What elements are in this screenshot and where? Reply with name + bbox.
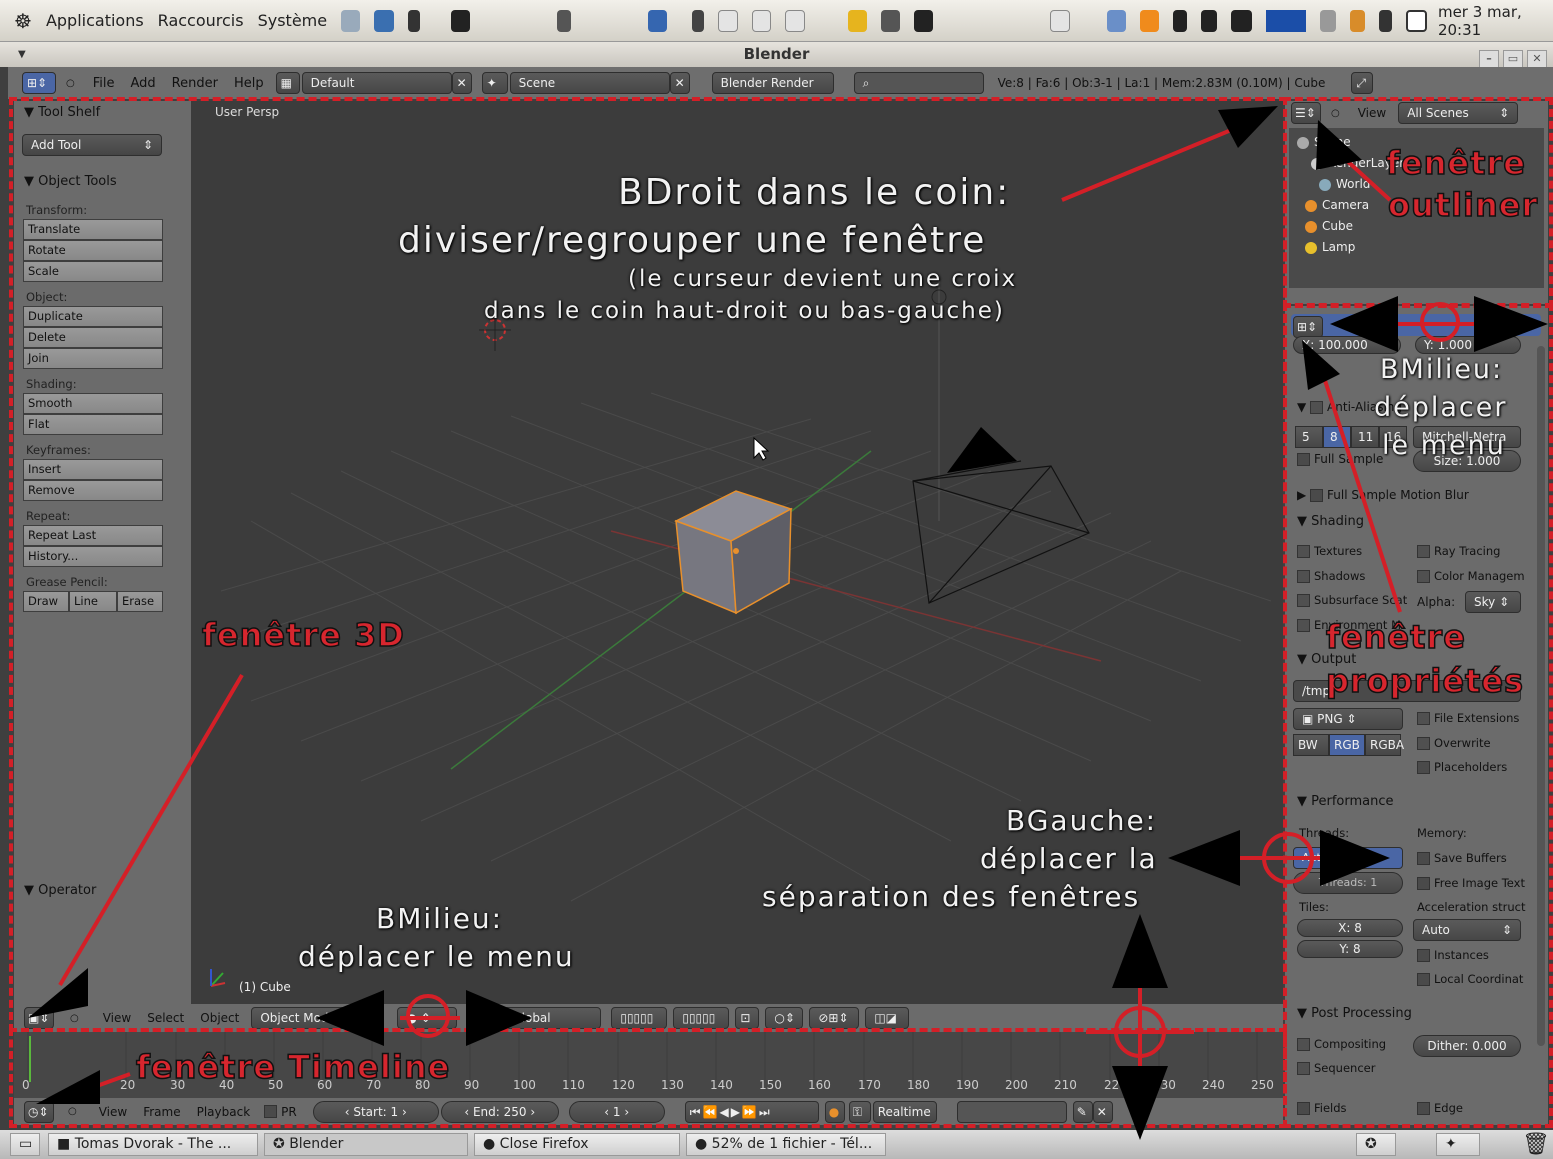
tray-star-icon[interactable]: ✦ [1436, 1133, 1480, 1156]
menu-raccourcis[interactable]: Raccourcis [158, 11, 244, 30]
window-titlebar[interactable]: ▼ Blender – ▭ ✕ [0, 42, 1553, 68]
annotation-split-title-2: diviser/regrouper une fenêtre [398, 220, 987, 261]
blender3-icon[interactable] [785, 9, 805, 32]
network-icon[interactable] [1319, 9, 1336, 32]
magnet-icon[interactable] [847, 9, 867, 32]
window-title: Blender [743, 45, 810, 63]
task-download[interactable]: ● 52% de 1 fichier - Tél... [686, 1133, 886, 1156]
annotation-3d-window: fenêtre 3D [201, 615, 405, 655]
scene-close-icon[interactable]: ✕ [669, 72, 690, 94]
task-blender[interactable]: ✪ Blender [264, 1133, 468, 1156]
firefox-icon[interactable] [374, 9, 394, 32]
trash-icon[interactable]: 🗑 [1522, 1132, 1550, 1157]
annotation-outliner-1: fenêtre [1385, 143, 1526, 183]
blender-tray-icon[interactable] [1050, 9, 1070, 32]
cube-icon[interactable] [647, 9, 668, 32]
outline-properties [1283, 303, 1553, 1128]
clock[interactable]: mer 3 mar, 20:31 [1438, 3, 1553, 39]
search-icon[interactable]: ⌕ [853, 72, 984, 94]
annotation-bmilieu-right-1: BMilieu: [1380, 354, 1504, 385]
minimize-icon[interactable]: – [1479, 50, 1499, 68]
cpu-graph-icon [1265, 9, 1306, 32]
annotation-props-2: propriétés [1325, 661, 1525, 701]
speaker-icon[interactable] [407, 9, 420, 32]
maximize-icon[interactable]: ▭ [1503, 50, 1523, 68]
annotation-split-sub-1: (le curseur devient une croix [628, 266, 1018, 292]
battery-icon[interactable] [1379, 9, 1392, 32]
gnome-top-panel: ☸ Applications Raccourcis Système mer 3 … [0, 0, 1553, 42]
annotation-props-1: fenêtre [1325, 617, 1466, 657]
layout-icon[interactable]: ▦ [275, 72, 300, 94]
chat-icon[interactable] [1349, 9, 1366, 32]
bottom-taskbar: ▭ ■ Tomas Dvorak - The ... ✪ Blender ● C… [0, 1130, 1553, 1159]
menu-systeme[interactable]: Système [258, 11, 328, 30]
foot-icon[interactable]: ☸ [14, 9, 32, 33]
window-icon[interactable] [1405, 9, 1427, 32]
app-icon[interactable] [880, 9, 901, 32]
annotation-bgauche-1: BGauche: [1006, 804, 1158, 837]
volume-icon[interactable] [1201, 9, 1217, 32]
vlc-icon[interactable] [1139, 9, 1160, 32]
render-engine-select[interactable]: Blender Render [711, 72, 834, 94]
render-icon[interactable]: ⤢ [1351, 72, 1374, 94]
annotation-split-sub-2: dans le coin haut-droit ou bas-gauche) [484, 298, 1005, 324]
edit-icon[interactable] [1173, 9, 1188, 32]
layout-close-icon[interactable]: ✕ [451, 72, 472, 94]
annotation-bgauche-2: déplacer la [980, 842, 1158, 875]
calculator-icon[interactable] [556, 9, 571, 32]
globe-icon[interactable] [1106, 9, 1126, 32]
help-icon[interactable] [341, 9, 361, 32]
star-icon[interactable] [914, 9, 934, 32]
show-desktop-icon[interactable]: ▭ [10, 1133, 40, 1156]
annotation-bmilieu-bottom-1: BMilieu: [376, 902, 504, 935]
menu-file[interactable]: File [93, 76, 115, 91]
annotation-timeline: fenêtre Timeline [135, 1047, 451, 1087]
collapse-icon[interactable]: ○ [66, 78, 75, 89]
menu-help[interactable]: Help [234, 76, 264, 91]
annotation-bmilieu-right-2: déplacer [1374, 392, 1508, 423]
menu-add[interactable]: Add [131, 76, 156, 91]
layout-selector[interactable]: Default [301, 72, 452, 94]
annotation-split-title-1: BDroit dans le coin: [618, 172, 1011, 213]
menu-applications[interactable]: Applications [46, 11, 144, 30]
scene-icon[interactable]: ✦ [481, 72, 508, 94]
menu-render[interactable]: Render [172, 76, 218, 91]
tray-blender-icon[interactable]: ✪ [1356, 1133, 1396, 1156]
scissors-icon[interactable] [692, 9, 705, 32]
camera-icon[interactable] [450, 9, 470, 32]
scene-selector[interactable]: Scene [509, 72, 670, 94]
window-menu-icon[interactable]: ▼ [18, 42, 26, 67]
task-tomas[interactable]: ■ Tomas Dvorak - The ... [48, 1133, 258, 1156]
annotation-outliner-2: outliner [1387, 185, 1539, 225]
annotation-bmilieu-bottom-2: déplacer le menu [298, 940, 575, 973]
close-icon[interactable]: ✕ [1527, 50, 1547, 68]
scene-stats: Ve:8 | Fa:6 | Ob:3-1 | La:1 | Mem:2.83M … [997, 76, 1326, 90]
monitor-icon[interactable] [1230, 9, 1252, 32]
editor-type-icon[interactable]: ⊞⇕ [22, 72, 56, 94]
blender-icon[interactable] [718, 9, 738, 32]
task-close-firefox[interactable]: ● Close Firefox [474, 1133, 680, 1156]
annotation-bgauche-3: séparation des fenêtres [762, 880, 1141, 913]
blender2-icon[interactable] [751, 9, 772, 32]
info-header: ⊞⇕ ○ File Add Render Help ▦ Default ✕ ✦ … [8, 67, 1553, 99]
annotation-bmilieu-right-3: le menu [1382, 430, 1506, 461]
